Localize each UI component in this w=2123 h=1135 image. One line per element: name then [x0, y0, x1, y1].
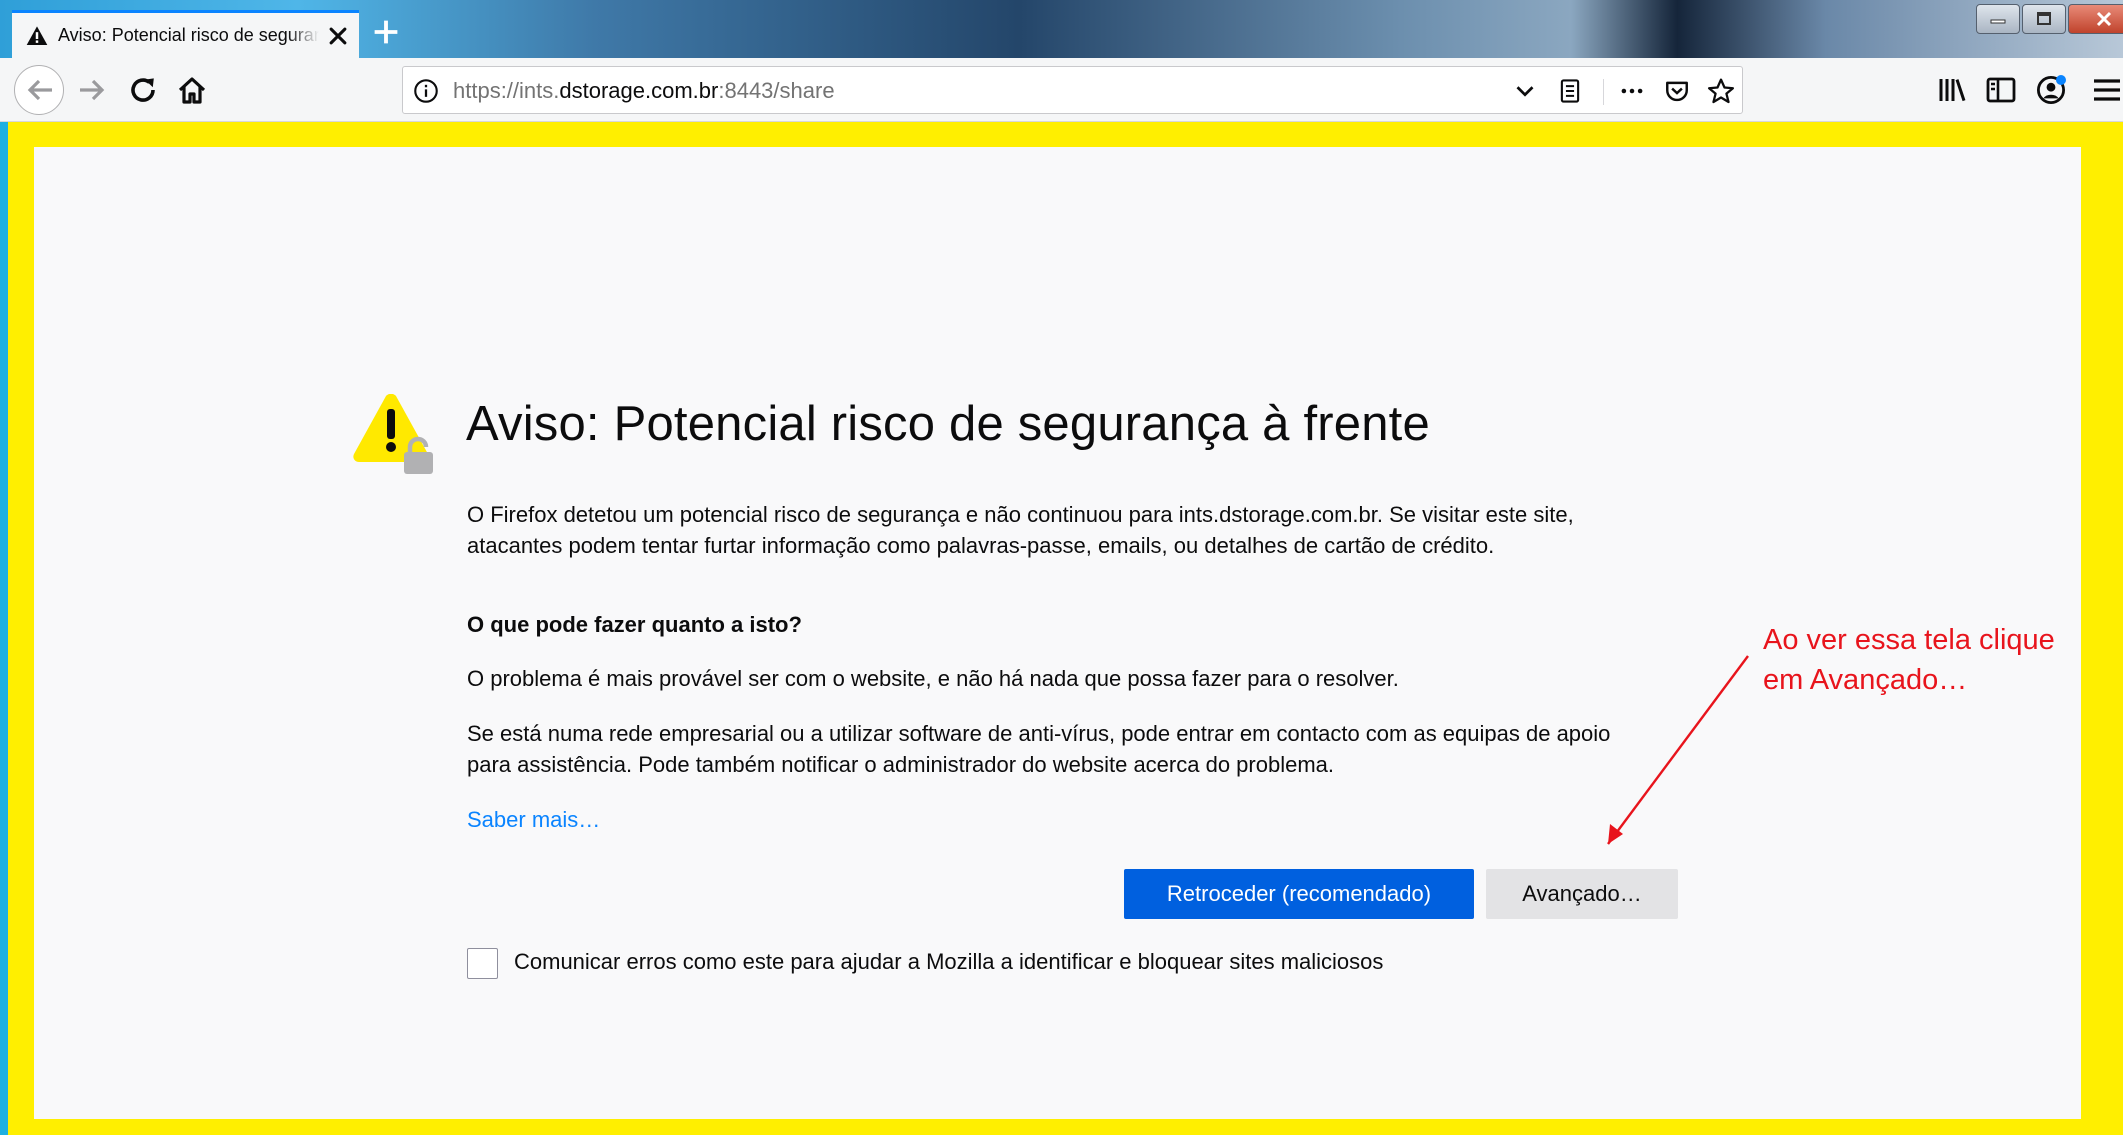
url-bar-separator — [1603, 79, 1604, 105]
what-to-do-heading: O que pode fazer quanto a isto? — [467, 612, 802, 637]
warning-icon — [26, 25, 48, 45]
chevron-down-icon[interactable] — [1513, 79, 1537, 103]
bookmark-star-icon[interactable] — [1707, 77, 1735, 105]
minimize-button[interactable] — [1976, 4, 2020, 34]
window-titlebar: Aviso: Potencial risco de segurança à fr… — [0, 0, 2123, 58]
url-prefix: https://ints. — [453, 78, 560, 103]
sidebar-icon[interactable] — [1985, 74, 2017, 106]
close-icon[interactable] — [327, 25, 349, 47]
account-icon[interactable] — [2035, 74, 2067, 106]
reader-mode-icon[interactable] — [1557, 78, 1583, 104]
advanced-button[interactable]: Avançado… — [1486, 869, 1678, 919]
annotation-note: Ao ver essa tela clique em Avançado… — [1763, 624, 2055, 696]
arrow-left-icon — [27, 79, 52, 101]
url-host: dstorage.com.br — [559, 78, 719, 103]
warning-lock-icon — [353, 394, 433, 474]
arrow-right-icon[interactable] — [76, 74, 108, 106]
intro-text-line-1: O Firefox detetou um potencial risco de … — [467, 502, 1574, 527]
screenshot: Aviso: Potencial risco de segurança à fr… — [0, 0, 2123, 1135]
url-text[interactable]: https://ints.dstorage.com.br:8443/share — [453, 78, 835, 104]
maximize-button[interactable] — [2022, 4, 2066, 34]
learn-more-link[interactable]: Saber mais… — [467, 804, 600, 835]
pocket-icon[interactable] — [1664, 78, 1690, 104]
minimize-icon — [1990, 19, 2006, 24]
url-bar[interactable]: https://ints.dstorage.com.br:8443/share — [402, 66, 1743, 114]
enterprise-text-line-1: Se está numa rede empresarial ou a utili… — [467, 721, 1611, 746]
enterprise-text-line-2: para assistência. Pode também notificar … — [467, 752, 1335, 777]
report-errors-checkbox[interactable] — [467, 948, 498, 979]
page-title: Aviso: Potencial risco de segurança à fr… — [466, 397, 1430, 451]
window-controls — [1976, 4, 2123, 34]
go-back-button[interactable]: Retroceder (recomendado) — [1124, 869, 1474, 919]
window-close-button[interactable] — [2068, 4, 2123, 34]
menu-icon[interactable] — [2091, 74, 2123, 106]
plus-icon[interactable] — [372, 18, 400, 46]
library-icon[interactable] — [1936, 74, 1968, 106]
tab-security-warning[interactable]: Aviso: Potencial risco de segurança à fr… — [12, 10, 359, 58]
more-actions-icon[interactable] — [1619, 78, 1645, 104]
close-icon — [2096, 11, 2112, 27]
report-errors-label[interactable]: Comunicar erros como este para ajudar a … — [514, 949, 1383, 975]
reload-icon[interactable] — [127, 74, 159, 106]
maximize-icon — [2037, 12, 2051, 25]
navigation-toolbar: https://ints.dstorage.com.br:8443/share — [0, 58, 2123, 122]
intro-text-line-2: atacantes podem tentar furtar informação… — [467, 533, 1495, 558]
problem-text: O problema é mais provável ser com o web… — [467, 666, 1399, 691]
tab-title: Aviso: Potencial risco de segurança à fr… — [58, 25, 319, 45]
info-icon[interactable] — [413, 78, 439, 104]
annotation-arrow-icon — [1607, 655, 1749, 845]
home-icon[interactable] — [176, 74, 208, 106]
url-suffix: :8443/share — [718, 78, 835, 103]
